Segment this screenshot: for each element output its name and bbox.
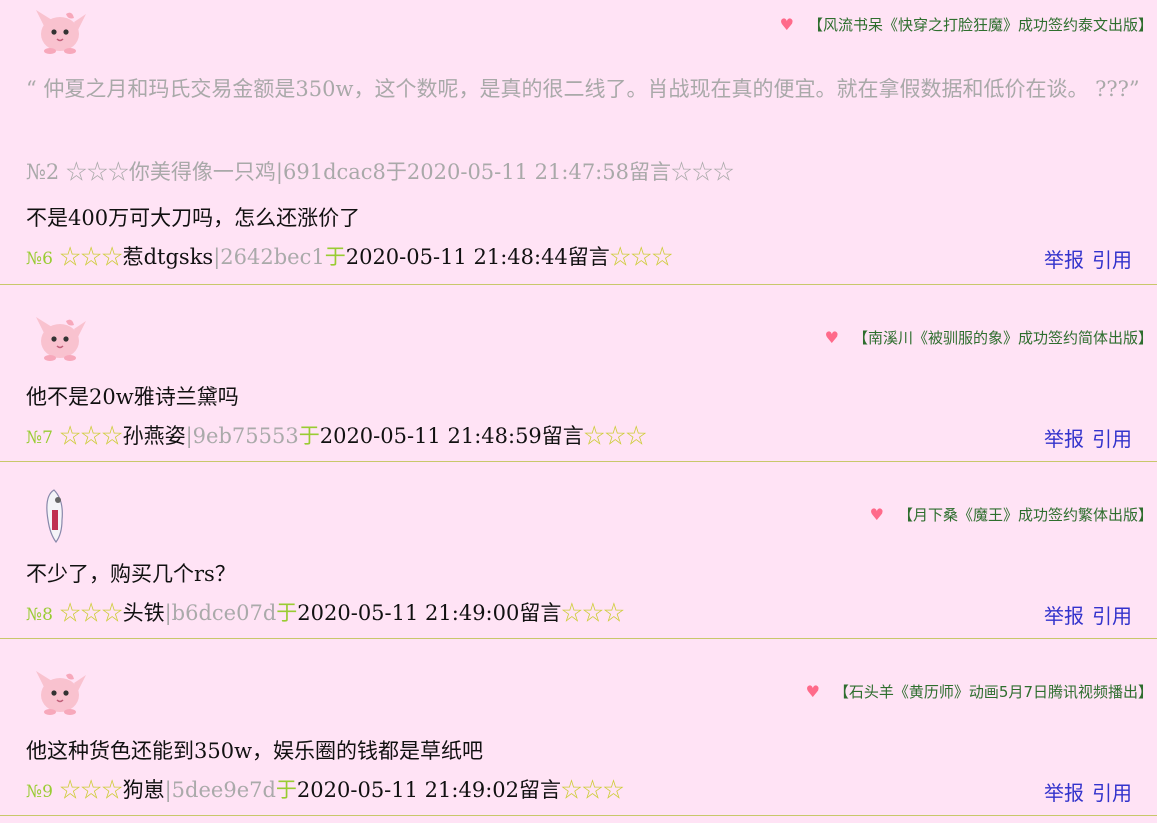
- timestamp: 2020-05-11 21:48:59留言: [319, 424, 584, 448]
- report-link[interactable]: 举报: [1044, 248, 1084, 272]
- announcement-badge[interactable]: ♥ 【南溪川《被驯服的象》成功签约简体出版】: [825, 327, 1153, 348]
- yu-label: 于: [324, 245, 346, 269]
- yu-label: 于: [276, 601, 298, 625]
- heart-icon: ♥: [869, 505, 884, 524]
- announcement-badge[interactable]: ♥ 【月下桑《魔王》成功签约繁体出版】: [870, 504, 1153, 525]
- floor-number: №8: [26, 605, 53, 625]
- comment-post: ♥ 【风流书呆《快穿之打脸狂魔》成功签约泰文出版】 “ 仲夏之月和玛氏交易金额是3…: [0, 0, 1157, 285]
- user-name: 孙燕姿: [122, 424, 186, 448]
- star-icons: ☆☆☆: [59, 601, 123, 625]
- comment-actions: 举报 引用: [1036, 244, 1132, 273]
- floor-number: №6: [26, 249, 53, 269]
- timestamp: 2020-05-11 21:49:00留言: [297, 601, 562, 625]
- pink-creature-avatar: [36, 10, 86, 54]
- star-icons: ☆☆☆: [59, 778, 123, 802]
- user-hash: |5dee9e7d: [164, 778, 276, 802]
- announcement-badge[interactable]: ♥ 【石头羊《黄历师》动画5月7日腾讯视频播出】: [806, 681, 1153, 702]
- comment-actions: 举报 引用: [1036, 423, 1132, 452]
- white-figure-avatar: [46, 489, 63, 544]
- comment-actions: 举报 引用: [1036, 600, 1132, 629]
- comment-actions: 举报 引用: [1036, 777, 1132, 806]
- timestamp: 2020-05-11 21:49:02留言: [296, 778, 561, 802]
- heart-icon: ♥: [779, 15, 794, 34]
- timestamp: 2020-05-11 21:48:44留言: [345, 245, 610, 269]
- star-icons: ☆☆☆: [59, 424, 123, 448]
- pink-creature-avatar: [36, 671, 86, 715]
- comment-content: 不是400万可大刀吗，怎么还涨价了: [26, 206, 361, 230]
- user-hash: |9eb75553: [185, 424, 299, 448]
- comment-content: 不少了，购买几个rs？: [26, 562, 236, 586]
- heart-icon: ♥: [824, 328, 839, 347]
- star-icons: ☆☆☆: [561, 601, 625, 625]
- user-name: 头铁: [122, 601, 165, 625]
- user-name: 狗崽: [122, 778, 165, 802]
- yu-label: 于: [298, 424, 320, 448]
- report-link[interactable]: 举报: [1044, 781, 1084, 805]
- floor-number: №9: [26, 782, 53, 802]
- cite-link[interactable]: 引用: [1092, 427, 1132, 451]
- comment-meta: №8 ☆☆☆头铁|b6dce07d于2020-05-11 21:49:00留言☆…: [26, 597, 624, 627]
- comment-post: ♥ 【南溪川《被驯服的象》成功签约简体出版】 他不是20w雅诗兰黛吗 №7 ☆☆☆…: [0, 285, 1157, 462]
- comment-post: ♥ 【月下桑《魔王》成功签约繁体出版】 不少了，购买几个rs？ №8 ☆☆☆头铁|…: [0, 462, 1157, 639]
- user-hash: |b6dce07d: [164, 601, 277, 625]
- star-icons: ☆☆☆: [561, 778, 624, 802]
- comment-content: 他不是20w雅诗兰黛吗: [26, 385, 239, 409]
- star-icons: ☆☆☆: [59, 245, 123, 269]
- quoted-meta: №2 ☆☆☆你美得像一只鸡|691dcac8于2020-05-11 21:47:…: [26, 160, 734, 184]
- announcement-badge[interactable]: ♥ 【风流书呆《快穿之打脸狂魔》成功签约泰文出版】: [780, 14, 1153, 35]
- comment-meta: №6 ☆☆☆惹dtgsks|2642bec1于2020-05-11 21:48:…: [26, 241, 673, 271]
- cite-link[interactable]: 引用: [1092, 604, 1132, 628]
- floor-number: №7: [26, 428, 53, 448]
- comment-meta: №9 ☆☆☆狗崽|5dee9e7d于2020-05-11 21:49:02留言☆…: [26, 774, 624, 804]
- comment-post: ♥ 【石头羊《黄历师》动画5月7日腾讯视频播出】 他这种货色还能到350w，娱乐圈…: [0, 639, 1157, 816]
- quoted-text: “ 仲夏之月和玛氏交易金额是350w，这个数呢，是真的很二线了。肖战现在真的便宜…: [26, 77, 1140, 101]
- user-hash: |2642bec1: [213, 245, 325, 269]
- heart-icon: ♥: [805, 682, 820, 701]
- pink-creature-avatar: [36, 317, 86, 361]
- report-link[interactable]: 举报: [1044, 604, 1084, 628]
- star-icons: ☆☆☆: [583, 424, 647, 448]
- report-link[interactable]: 举报: [1044, 427, 1084, 451]
- user-name: 惹dtgsks: [122, 245, 214, 269]
- yu-label: 于: [275, 778, 297, 802]
- cite-link[interactable]: 引用: [1092, 248, 1132, 272]
- comment-meta: №7 ☆☆☆孙燕姿|9eb75553于2020-05-11 21:48:59留言…: [26, 420, 647, 450]
- comment-content: 他这种货色还能到350w，娱乐圈的钱都是草纸吧: [26, 739, 484, 763]
- star-icons: ☆☆☆: [609, 245, 673, 269]
- cite-link[interactable]: 引用: [1092, 781, 1132, 805]
